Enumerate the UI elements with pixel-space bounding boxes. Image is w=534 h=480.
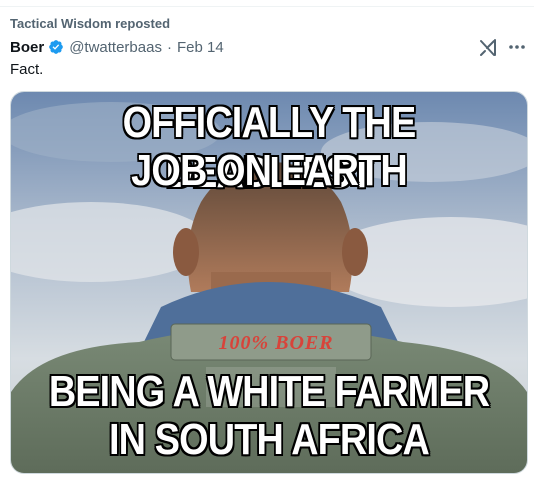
- meme-caption-bottom-line-2: IN SOUTH AFRICA: [109, 415, 430, 464]
- post-media-image[interactable]: OFFICIALLY THE DEADLIEST JOB ON EARTH 10…: [10, 91, 528, 474]
- post-text: Fact.: [10, 61, 44, 78]
- author-name[interactable]: Boer: [10, 39, 44, 56]
- meta-separator: ·: [166, 38, 172, 56]
- post-date[interactable]: Feb 14: [177, 39, 224, 56]
- top-divider: [0, 6, 534, 7]
- more-options-icon[interactable]: [506, 36, 528, 58]
- grok-icon[interactable]: [477, 37, 499, 59]
- author-row: Boer @twatterbaas · Feb 14: [10, 38, 224, 56]
- author-handle[interactable]: @twatterbaas: [69, 39, 162, 56]
- repost-label[interactable]: Tactical Wisdom reposted: [10, 16, 170, 31]
- jacket-patch-text: 100% BOER: [218, 332, 334, 354]
- verified-badge-icon: [49, 40, 64, 54]
- meme-caption-top-line-2: JOB ON EARTH: [131, 146, 407, 195]
- meme-caption-bottom-line-1: BEING A WHITE FARMER: [48, 367, 490, 416]
